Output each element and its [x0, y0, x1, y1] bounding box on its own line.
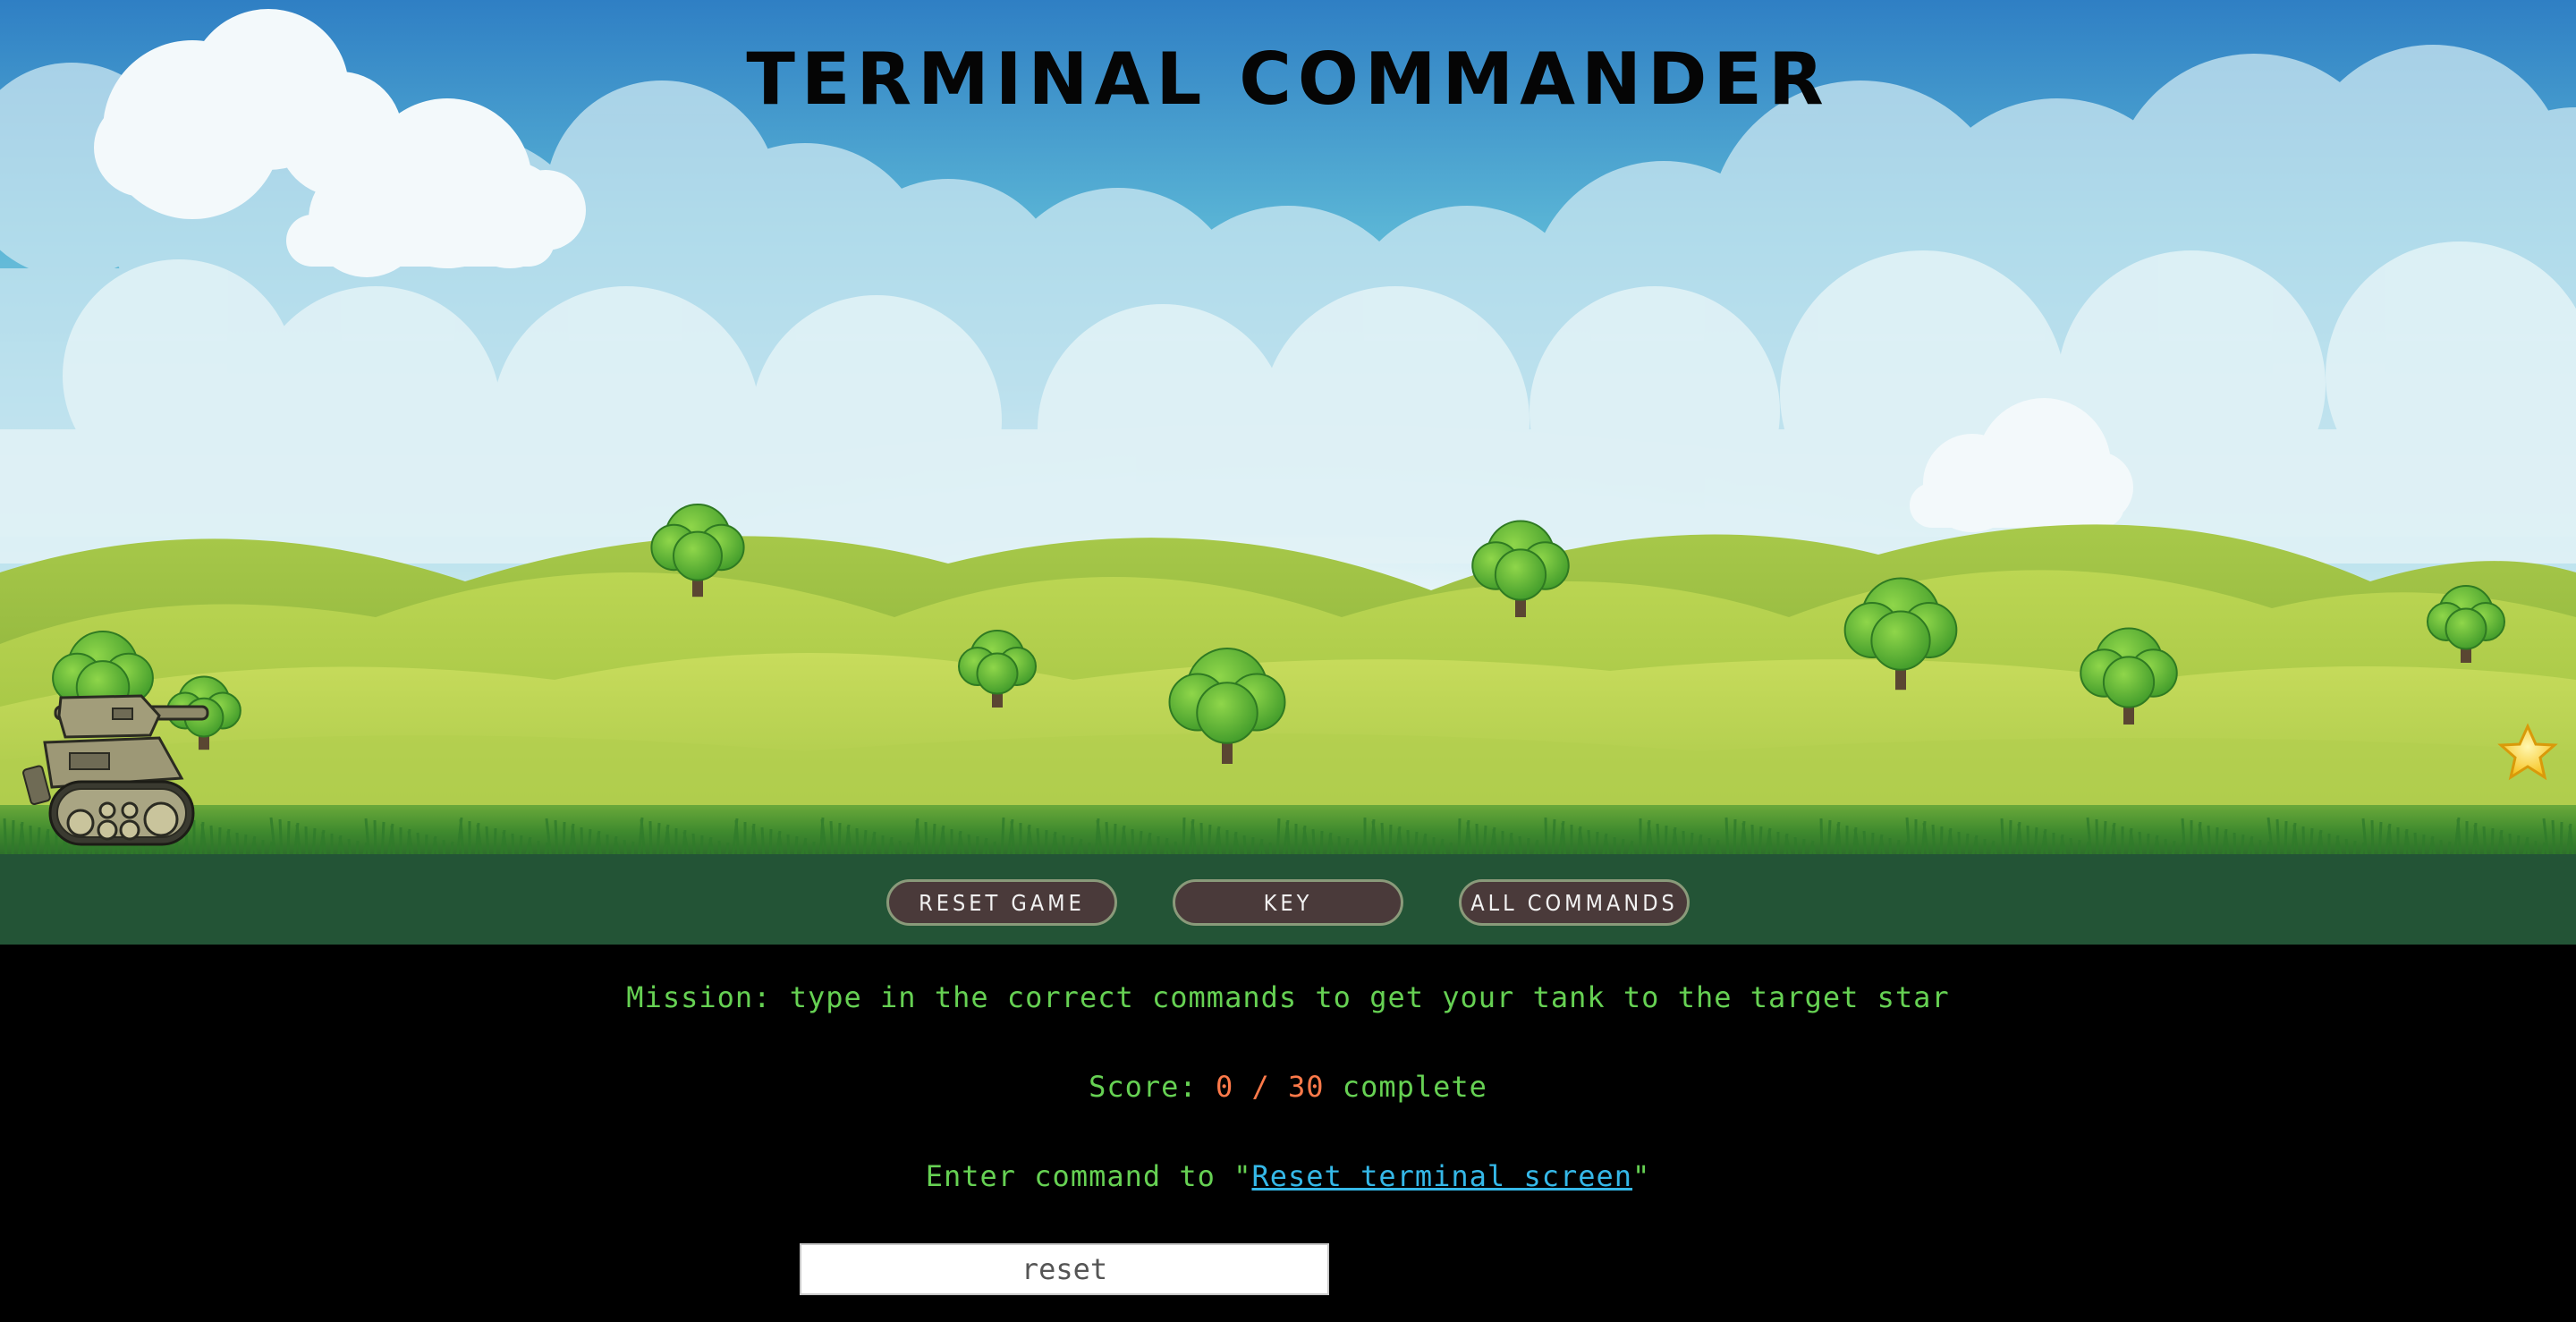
- command-input[interactable]: [800, 1243, 1329, 1295]
- score-total: 30: [1288, 1070, 1325, 1104]
- score-separator: /: [1233, 1070, 1288, 1104]
- task-link[interactable]: Reset terminal screen: [1251, 1159, 1632, 1193]
- game-scene: TERMINAL COMMANDER RESET GAME KEY ALL CO…: [0, 0, 2576, 945]
- score-suffix: complete: [1324, 1070, 1487, 1104]
- reset-game-button[interactable]: RESET GAME: [886, 879, 1117, 926]
- key-button[interactable]: KEY: [1173, 879, 1403, 926]
- command-prompt: Enter command to "Reset terminal screen": [0, 1159, 2576, 1193]
- mission-text: Mission: type in the correct commands to…: [626, 980, 1950, 1014]
- all-commands-button[interactable]: ALL COMMANDS: [1459, 879, 1690, 926]
- score-line: Score: 0 / 30 complete: [0, 1070, 2576, 1104]
- game-title: TERMINAL COMMANDER: [746, 38, 1830, 121]
- score-current: 0: [1215, 1070, 1234, 1104]
- prompt-prefix: Enter command to ": [925, 1159, 1252, 1193]
- prompt-suffix: ": [1632, 1159, 1651, 1193]
- score-label: Score:: [1089, 1070, 1216, 1104]
- scene-background: [0, 0, 2576, 945]
